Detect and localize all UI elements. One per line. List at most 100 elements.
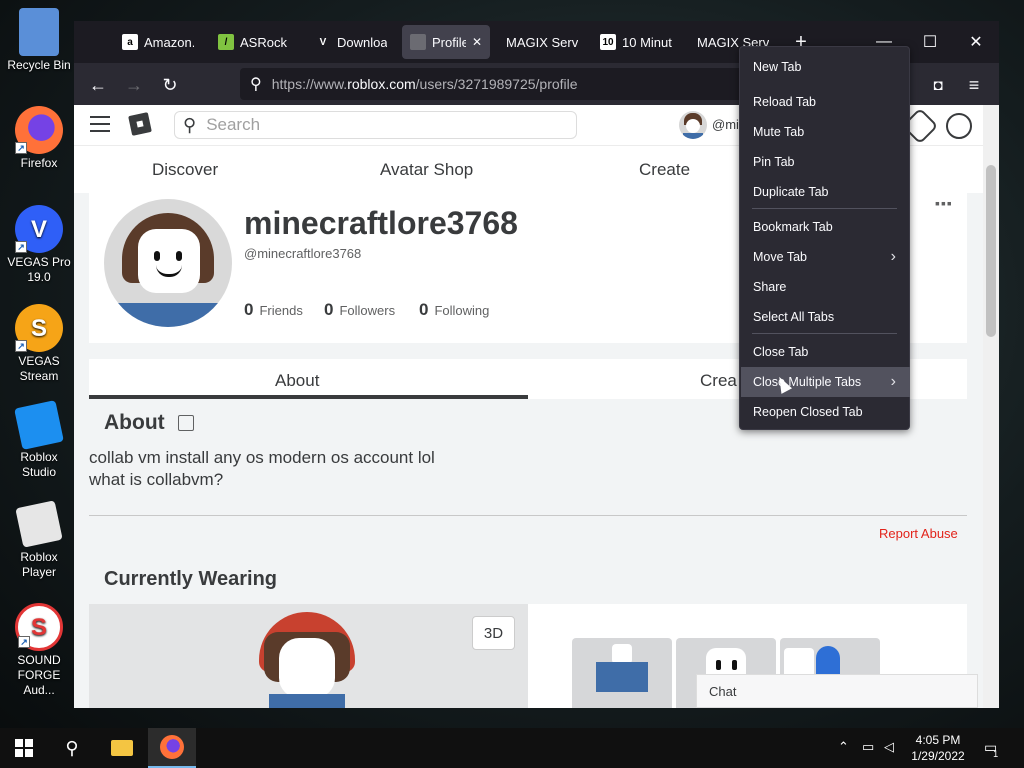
tab-download[interactable]: V Downloa [307,25,395,59]
menu-separator [752,208,897,209]
volume-muted-icon[interactable]: ◁ [884,739,894,755]
system-clock[interactable]: 4:05 PM 1/29/2022 [904,732,972,764]
desktop-icon-label: Roblox Player [20,550,58,579]
menu-icon[interactable]: ≡ [960,71,988,99]
search-icon[interactable]: ⚲ [48,728,96,768]
menu-item-duplicate-tab[interactable]: Duplicate Tab [741,177,910,207]
desktop-icon-label: VEGAS Pro 19.0 [7,255,71,284]
amazon-favicon-icon: a [122,34,138,50]
pocket-icon[interactable]: ◘ [924,71,952,99]
search-icon: ⚲ [183,114,197,135]
nav-create[interactable]: Create [639,160,690,180]
back-button[interactable]: ← [84,71,112,99]
search-input[interactable]: ⚲ Search [174,111,577,139]
scrollbar-thumb[interactable] [986,165,996,337]
sound-forge-icon: S ↗ [15,603,63,651]
chevron-right-icon: › [890,373,896,390]
desktop-icon-roblox-studio[interactable]: Roblox Studio [2,400,76,480]
desktop-icon-label: Roblox Studio [20,450,58,479]
divider [89,515,967,516]
shortcut-arrow-icon: ↗ [15,241,27,253]
menu-item-select-all-tabs[interactable]: Select All Tabs [741,302,910,332]
shortcut-arrow-icon: ↗ [18,636,30,648]
edit-icon[interactable] [178,415,194,431]
about-description: collab vm install any os modern os accou… [89,448,435,489]
avatar-preview: 3D [89,604,528,708]
menu-item-close-tab[interactable]: Close Tab [741,337,910,367]
folder-icon [111,740,133,756]
nav-discover[interactable]: Discover [152,160,218,180]
menu-item-reload-tab[interactable]: Reload Tab [741,87,910,117]
menu-item-share[interactable]: Share [741,272,910,302]
tab-creations[interactable]: Crea [700,371,737,391]
roblox-logo-icon[interactable] [128,112,152,136]
report-abuse-link[interactable]: Report Abuse [879,526,958,541]
tab-label: MAGIX Servic [506,34,578,50]
notification-count: 1 [993,749,999,759]
search-icon: ⚲ [250,76,262,93]
maximize-button[interactable]: ☐ [915,29,945,55]
desktop-icon-recycle-bin[interactable]: Recycle Bin [2,8,76,73]
roblox-favicon-icon [410,34,426,50]
reload-button[interactable]: ↻ [156,71,184,99]
menu-item-label: Move Tab [753,250,807,264]
menu-item-close-multiple-tabs[interactable]: Close Multiple Tabs › [741,367,910,397]
tab-amazon[interactable]: a Amazon.c [114,25,202,59]
menu-item-mute-tab[interactable]: Mute Tab [741,117,910,147]
3d-toggle-button[interactable]: 3D [472,616,515,650]
tab-label: ASRock > [240,34,290,50]
currently-wearing-heading: Currently Wearing [104,568,277,590]
menu-item-move-tab[interactable]: Move Tab › [741,242,910,272]
desktop-icon-roblox-player[interactable]: Roblox Player [2,500,76,580]
start-button[interactable] [0,728,48,768]
tab-profile[interactable]: Profile ✕ [402,25,490,59]
menu-item-reopen-closed-tab[interactable]: Reopen Closed Tab [741,397,910,427]
menu-item-pin-tab[interactable]: Pin Tab [741,147,910,177]
profile-handle: @minecraftlore3768 [244,246,362,261]
forward-button[interactable]: → [120,71,148,99]
chevron-right-icon: › [890,248,896,265]
scrollbar[interactable] [983,105,999,708]
hamburger-menu-icon[interactable] [90,116,110,132]
windows-logo-icon [15,739,33,757]
profile-username: minecraftlore3768 [244,205,518,241]
tab-asrock[interactable]: / ASRock > [210,25,298,59]
notifications-button[interactable]: ▭ 1 [984,739,1006,759]
vegas-pro-icon: V ↗ [15,205,63,253]
more-options-icon[interactable]: ▪▪▪ [935,195,953,211]
firefox-taskbar-button[interactable] [148,728,196,768]
desktop-icon-firefox[interactable]: ↗ Firefox [2,106,76,171]
shortcut-arrow-icon: ↗ [15,340,27,352]
close-tab-icon[interactable]: ✕ [472,35,482,49]
search-placeholder: Search [206,115,261,134]
address-bar[interactable]: ⚲ https://www.roblox.com/users/327198972… [240,68,760,100]
menu-item-bookmark-tab[interactable]: Bookmark Tab [741,212,910,242]
desktop-icon-vegas-pro[interactable]: V ↗ VEGAS Pro 19.0 [2,205,76,285]
network-icon[interactable]: ▭ [862,739,874,755]
tab-about[interactable]: About [275,371,319,391]
desktop-icon-label: SOUND FORGE Aud... [17,653,61,697]
tab-magix-1[interactable]: MAGIX Servic [498,25,586,59]
nav-avatar-shop[interactable]: Avatar Shop [380,160,473,180]
following-stat[interactable]: 0 Following [419,300,489,320]
followers-stat[interactable]: 0 Followers [324,300,395,320]
settings-gear-icon[interactable] [946,113,972,139]
desktop-icon-label: Recycle Bin [7,58,71,72]
desktop-icon-sound-forge[interactable]: S ↗ SOUND FORGE Aud... [2,603,76,698]
desktop-icon-vegas-stream[interactable]: S ↗ VEGAS Stream [2,304,76,384]
wearing-item[interactable] [572,638,672,708]
avatar[interactable] [679,111,707,139]
desktop-icon-label: VEGAS Stream [18,354,60,383]
vegas-favicon-icon: V [319,36,327,48]
tab-context-menu: New Tab Reload Tab Mute Tab Pin Tab Dupl… [739,46,910,430]
friends-stat[interactable]: 0 Friends [244,300,303,320]
close-window-button[interactable]: ✕ [961,29,991,55]
chevron-up-icon[interactable]: ⌃ [838,739,849,755]
url-text: https://www.roblox.com/users/3271989725/… [271,76,578,92]
header-username[interactable]: @mi [712,117,739,132]
profile-avatar[interactable] [104,199,232,327]
menu-item-new-tab[interactable]: New Tab [741,52,910,82]
chat-widget[interactable]: Chat [696,674,978,708]
file-explorer-button[interactable] [98,728,146,768]
tab-10-minute[interactable]: 10 10 Minute [592,25,680,59]
